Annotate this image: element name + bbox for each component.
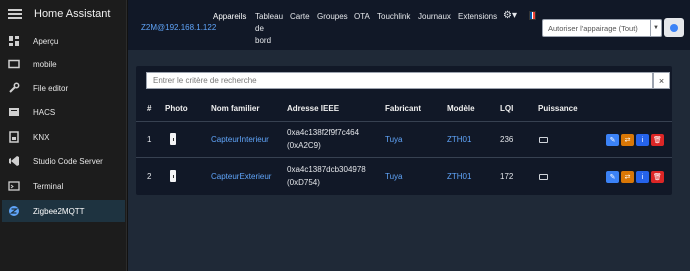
sidebar-item-label: Studio Code Server [33, 156, 103, 166]
tab-map[interactable]: Carte [290, 11, 310, 23]
search-input[interactable]: Entrer le critère de recherche [146, 72, 653, 89]
rename-button[interactable]: ✎ [606, 171, 619, 183]
sidebar-item-label: Zigbee2MQTT [33, 206, 85, 216]
sidebar-item-label: KNX [33, 132, 50, 142]
sidebar-item-mobile[interactable]: mobile [2, 53, 125, 75]
network-address: (0xD754) [287, 178, 320, 187]
row-number: 1 [147, 135, 152, 144]
manufacturer-link[interactable]: Tuya [385, 171, 403, 183]
tab-extensions[interactable]: Extensions [458, 11, 497, 23]
reconfigure-button[interactable]: ⇄ [621, 171, 634, 183]
column-header-num: # [147, 104, 152, 113]
tab-dashboard-line-3: bord [255, 36, 272, 45]
gear-icon[interactable]: ⚙▾ [503, 10, 517, 21]
sidebar: Home Assistant Aperçu mobile File editor… [0, 0, 127, 271]
sidebar-title: Home Assistant [34, 8, 111, 20]
column-header-photo: Photo [165, 104, 188, 113]
permit-join-button[interactable] [664, 18, 684, 37]
device-name-link[interactable]: CapteurInterieur [211, 134, 269, 146]
chevron-down-icon[interactable]: ▼ [650, 19, 662, 37]
tab-dashboard[interactable]: Tableau de bord [255, 11, 283, 47]
lqi-value: 236 [500, 135, 514, 144]
sidebar-item-terminal[interactable]: Terminal [2, 175, 125, 197]
sidebar-item-knx[interactable]: KNX [2, 126, 125, 148]
sidebar-item-file-editor[interactable]: File editor [2, 77, 125, 99]
wrench-icon [8, 82, 20, 94]
tab-groups[interactable]: Groupes [317, 11, 348, 23]
ieee-address: 0xa4c1387dcb304978 [287, 165, 366, 174]
tablet-icon [8, 58, 20, 70]
tab-dashboard-line-2: de [255, 24, 264, 33]
tab-ota[interactable]: OTA [354, 11, 370, 23]
column-header-power[interactable]: Puissance [538, 104, 578, 113]
devices-card: Entrer le critère de recherche × # Photo… [136, 66, 672, 195]
table-row: 1 CapteurInterieur 0xa4c138f2f9f7c464 (0… [136, 121, 672, 156]
sidebar-item-label: mobile [33, 59, 57, 69]
battery-icon [539, 174, 548, 180]
table-row: 2 CapteurExterieur 0xa4c1387dcb304978 (0… [136, 157, 672, 192]
remove-button[interactable]: 🗑 [651, 134, 664, 146]
tab-devices[interactable]: Appareils [213, 11, 246, 23]
column-header-name[interactable]: Nom familier [211, 104, 259, 113]
tab-dashboard-line-1: Tableau [255, 12, 284, 21]
vscode-icon [8, 155, 20, 167]
column-header-lqi[interactable]: LQI [500, 104, 513, 113]
sidebar-item-zigbee2mqtt[interactable]: Zigbee2MQTT [2, 200, 125, 222]
terminal-icon [8, 180, 20, 192]
model-link[interactable]: ZTH01 [447, 134, 471, 146]
brand-link[interactable]: Z2M@192.168.1.122 [141, 23, 216, 32]
manufacturer-link[interactable]: Tuya [385, 134, 403, 146]
info-button[interactable]: i [636, 134, 649, 146]
top-navbar: Z2M@192.168.1.122 Appareils Tableau de b… [128, 0, 690, 50]
sidebar-item-apercu[interactable]: Aperçu [2, 30, 125, 52]
knx-icon [8, 131, 20, 143]
column-header-manufacturer[interactable]: Fabricant [385, 104, 421, 113]
dashboard-icon [8, 35, 20, 47]
sidebar-header: Home Assistant [0, 0, 126, 28]
lqi-value: 172 [500, 172, 514, 181]
rename-button[interactable]: ✎ [606, 134, 619, 146]
ieee-address: 0xa4c138f2f9f7c464 [287, 128, 360, 137]
remove-button[interactable]: 🗑 [651, 171, 664, 183]
sidebar-item-hacs[interactable]: HACS [2, 101, 125, 123]
sidebar-item-label: HACS [33, 107, 56, 117]
hacs-icon [8, 106, 20, 118]
sidebar-item-label: Terminal [33, 181, 64, 191]
column-header-model[interactable]: Modèle [447, 104, 475, 113]
battery-icon [539, 137, 548, 143]
clear-search-button[interactable]: × [653, 72, 670, 89]
reconfigure-button[interactable]: ⇄ [621, 134, 634, 146]
device-photo [170, 133, 176, 145]
network-address: (0xA2C9) [287, 141, 321, 150]
zigbee-icon [8, 205, 20, 217]
sidebar-item-label: Aperçu [33, 36, 59, 46]
main-content: Z2M@192.168.1.122 Appareils Tableau de b… [128, 0, 690, 271]
tab-touchlink[interactable]: Touchlink [377, 11, 410, 23]
row-number: 2 [147, 172, 152, 181]
column-header-ieee[interactable]: Adresse IEEE [287, 104, 339, 113]
device-name-link[interactable]: CapteurExterieur [211, 171, 271, 183]
permit-join-select[interactable]: Autoriser l'appairage (Tout) [542, 19, 662, 37]
menu-icon[interactable] [8, 9, 22, 19]
fr-flag-icon[interactable] [529, 11, 536, 20]
info-button[interactable]: i [636, 171, 649, 183]
circle-icon [670, 23, 678, 32]
sidebar-item-label: File editor [33, 83, 69, 93]
tab-logs[interactable]: Journaux [418, 11, 451, 23]
model-link[interactable]: ZTH01 [447, 171, 471, 183]
device-photo [170, 170, 176, 182]
sidebar-item-studio-code-server[interactable]: Studio Code Server [2, 150, 125, 172]
